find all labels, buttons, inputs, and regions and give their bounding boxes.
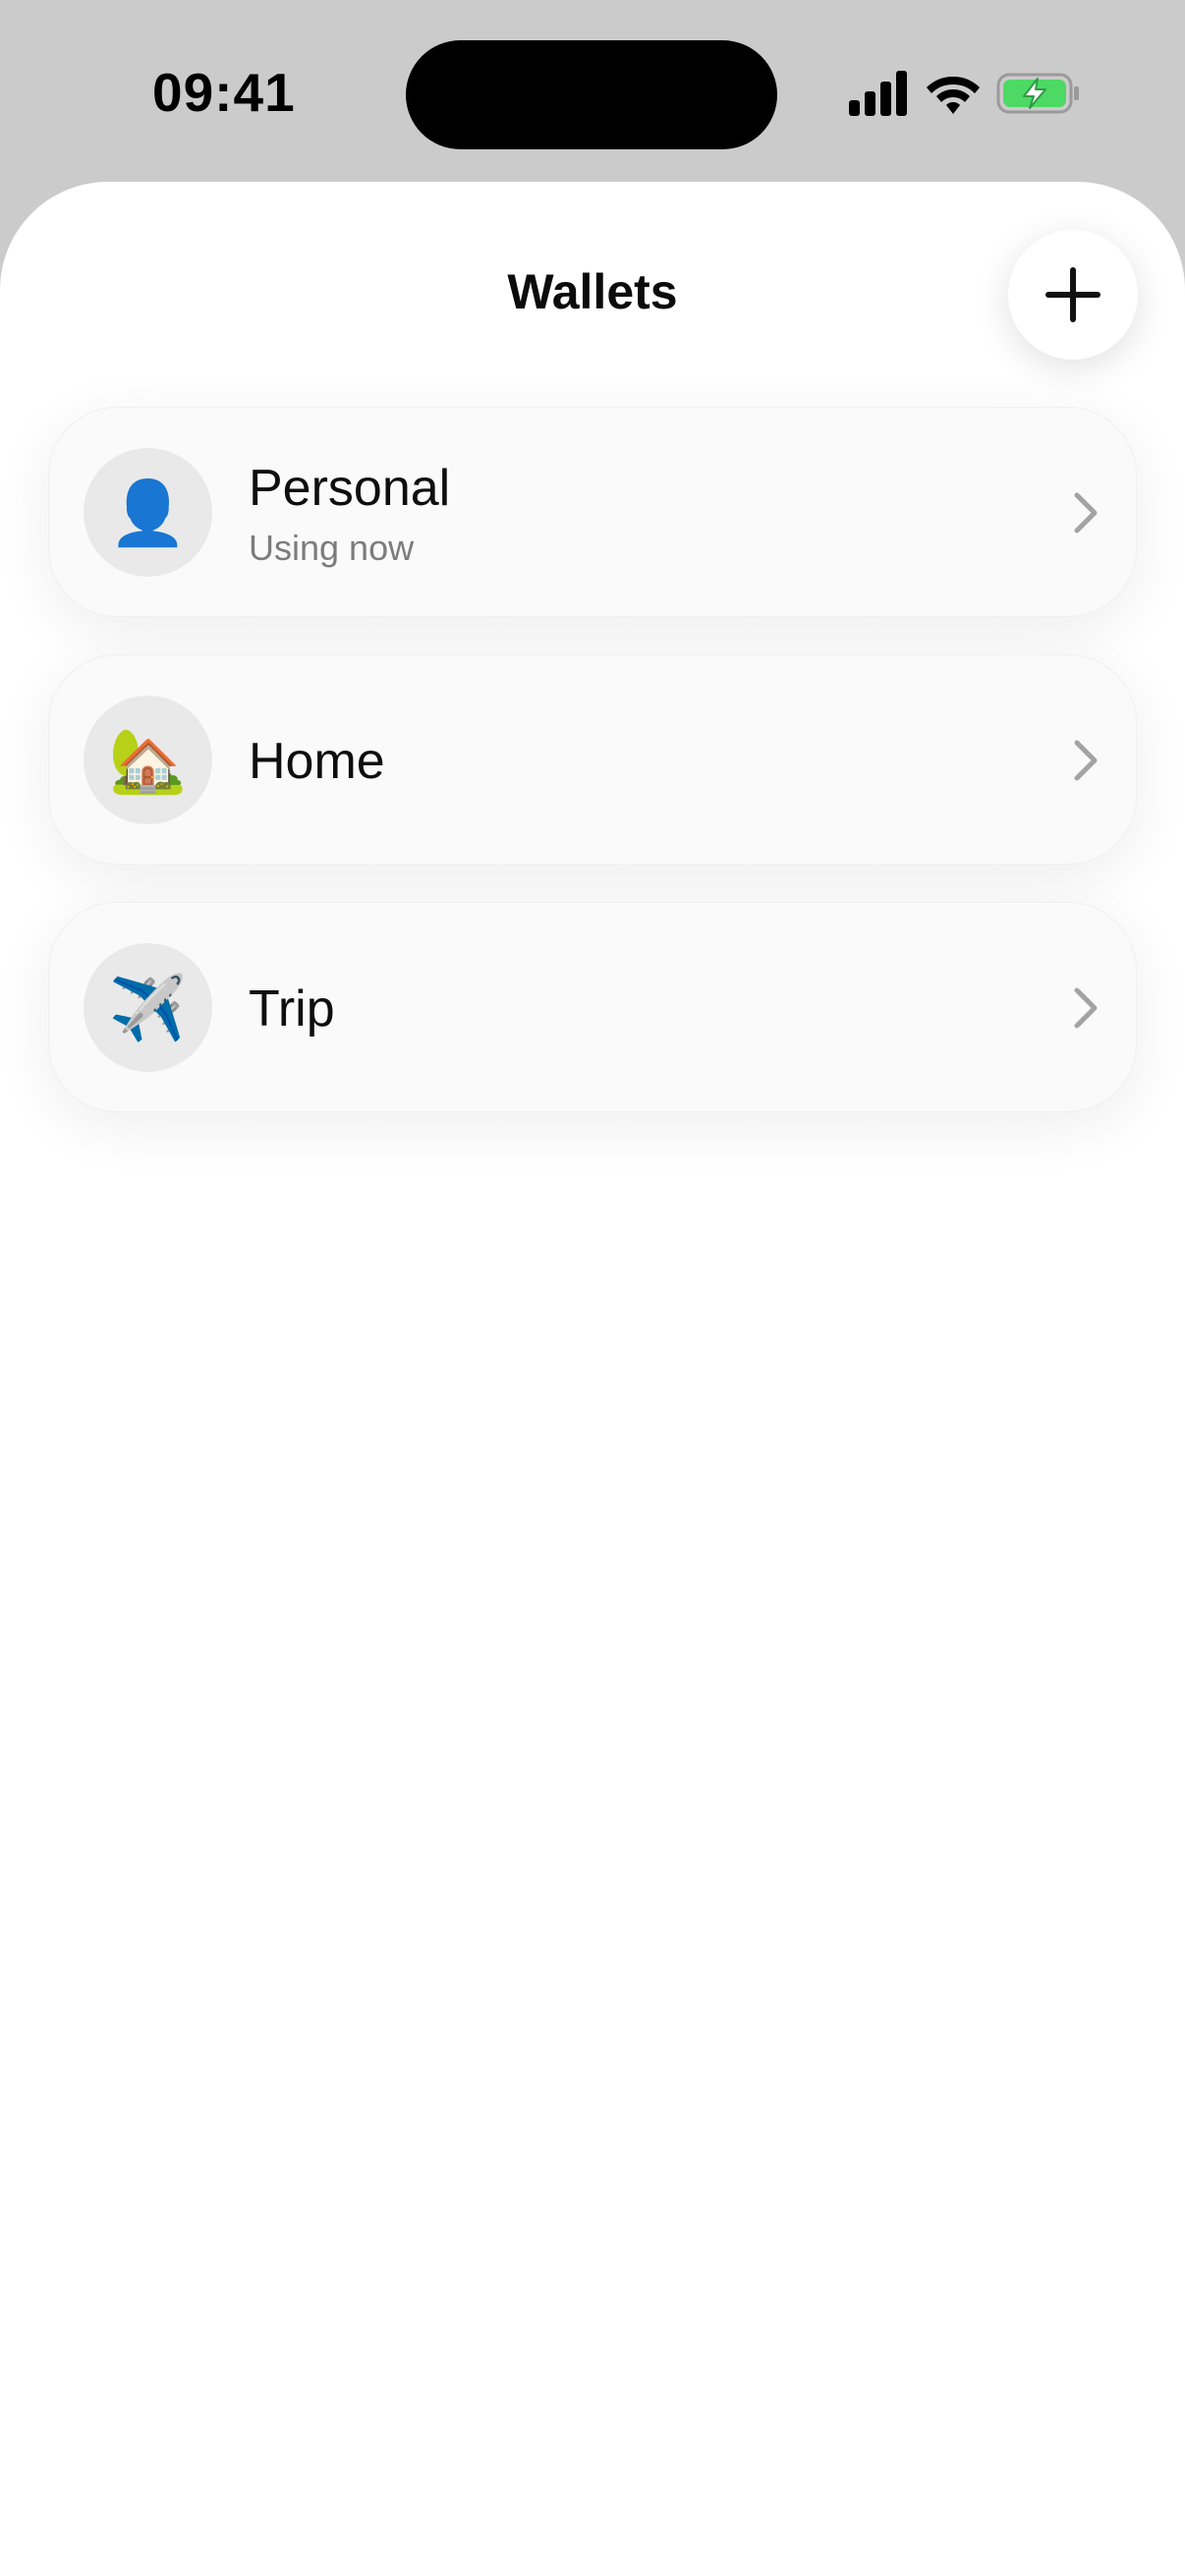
house-icon: 🏡 [84,696,212,824]
status-icons [845,71,1081,120]
wallet-name: Home [249,733,385,790]
wallet-row-trip[interactable]: ✈️ Trip [48,902,1137,1112]
wallet-name: Trip [249,980,335,1037]
airplane-icon: ✈️ [84,943,212,1072]
dynamic-island [406,40,777,149]
chevron-right-icon [1074,492,1098,533]
wallets-sheet: Wallets 👤 Personal Using now 🏡 Home ✈️ T… [0,182,1185,2576]
status-time: 09:41 [152,62,296,123]
add-wallet-button[interactable] [1008,230,1138,360]
wallet-row-personal[interactable]: 👤 Personal Using now [48,407,1137,617]
chevron-right-icon [1074,740,1098,781]
person-silhouette-icon: 👤 [84,448,212,577]
wifi-icon [927,77,980,114]
chevron-right-icon [1074,987,1098,1029]
battery-charging-icon [996,73,1079,114]
wallet-row-home[interactable]: 🏡 Home [48,654,1137,865]
wallet-status: Using now [249,528,415,568]
wallet-name: Personal [249,460,451,517]
screen: 09:41 Wallets 👤 Personal Using now 🏡 Hom… [0,0,1185,2576]
cellular-signal-icon [849,71,907,116]
plus-icon [1045,267,1100,322]
wallet-list: 👤 Personal Using now 🏡 Home ✈️ Trip [48,407,1137,1149]
